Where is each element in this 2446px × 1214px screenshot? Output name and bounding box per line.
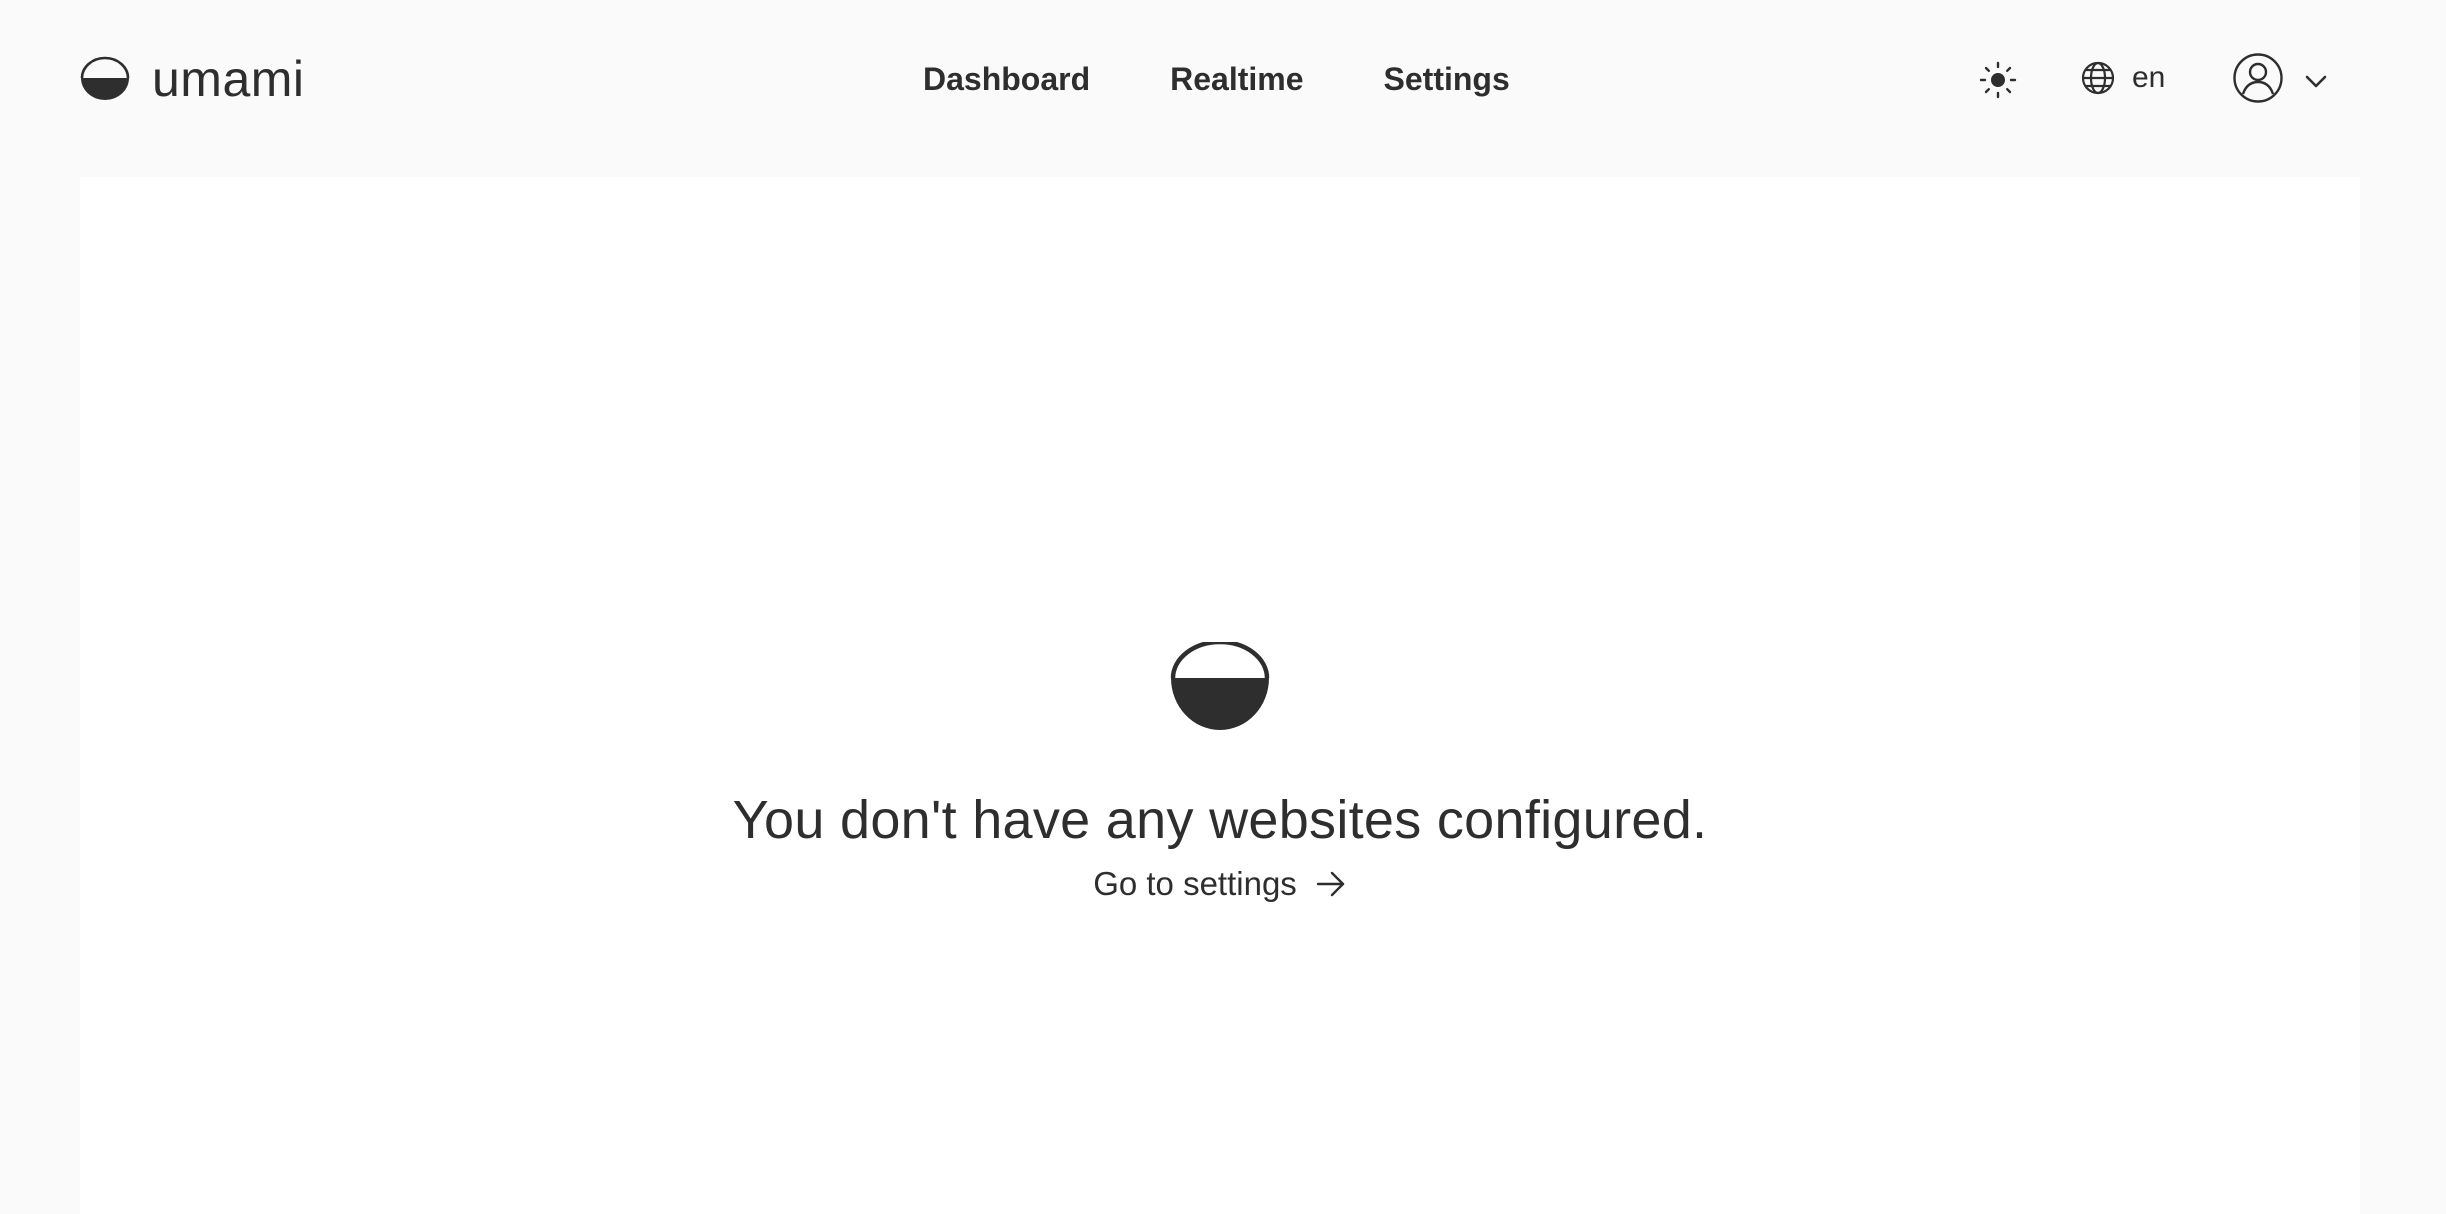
go-to-settings-link[interactable]: Go to settings [1093, 862, 1347, 906]
theme-toggle-button[interactable] [1978, 60, 2018, 100]
user-icon [2233, 53, 2283, 103]
main-content-panel: You don't have any websites configured. … [80, 177, 2360, 1214]
language-selector[interactable]: en [2080, 58, 2165, 98]
empty-state-message: You don't have any websites configured. [732, 790, 1708, 850]
umami-logo-icon [1170, 642, 1270, 730]
empty-state: You don't have any websites configured. … [80, 642, 2360, 906]
nav-item-dashboard[interactable]: Dashboard [923, 61, 1090, 98]
sun-icon [1979, 61, 2017, 99]
language-value: en [2132, 61, 2166, 94]
user-menu-button[interactable] [2232, 52, 2328, 104]
brand-name: umami [152, 51, 305, 107]
nav-item-settings[interactable]: Settings [1384, 61, 1510, 98]
globe-icon [2081, 61, 2115, 95]
top-header: umami Dashboard Realtime Settings en [0, 0, 2446, 160]
main-nav: Dashboard Realtime Settings [923, 50, 1510, 108]
umami-logo-icon [80, 56, 130, 100]
chevron-down-icon [2305, 75, 2327, 88]
arrow-right-icon [1316, 871, 1344, 897]
brand-logo[interactable]: umami [80, 50, 305, 108]
go-to-settings-label: Go to settings [1093, 865, 1297, 902]
nav-item-realtime[interactable]: Realtime [1170, 61, 1303, 98]
